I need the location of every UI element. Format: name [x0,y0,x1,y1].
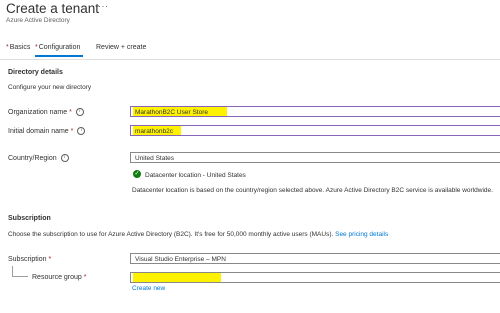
page-title: Create a tenant [6,1,100,16]
required-marker: * [35,44,38,51]
datacenter-note: Datacenter location is based on the coun… [132,187,493,194]
required-marker: * [69,108,72,116]
highlight-mark [133,273,221,282]
resource-group-select[interactable] [130,272,500,283]
field-label-text: Initial domain name [8,127,69,135]
tree-connector [12,276,28,277]
page-subtitle: Azure Active Directory [6,17,70,24]
tab-label: Configuration [38,44,81,51]
subscription-select[interactable]: Visual Studio Enterprise – MPN [130,253,500,264]
more-options-icon[interactable]: ··· [98,1,109,11]
required-marker: * [48,256,52,263]
organization-name-input[interactable]: MarathonB2C User Store [130,106,500,117]
field-label-text: Country/Region [8,154,57,162]
success-check-icon: ✓ [133,170,141,178]
subscription-heading: Subscription [8,215,51,222]
required-marker: * [83,274,87,281]
initial-domain-name-input[interactable]: marathonb2c [130,125,500,136]
input-value: marathonb2c [135,128,173,135]
info-icon[interactable]: i [75,108,84,116]
initial-domain-name-label: Initial domain name * i [8,127,86,135]
tabs-divider [0,59,500,60]
required-marker: * [6,44,9,51]
input-value: MarathonB2C User Store [135,109,208,116]
resource-group-label: Resource group * [32,274,87,281]
info-icon[interactable]: i [77,127,86,135]
select-value: Visual Studio Enterprise – MPN [135,256,226,263]
tab-label: Review + create [96,44,147,51]
subscription-description: Choose the subscription to use for Azure… [8,231,388,238]
subscription-description-text: Choose the subscription to use for Azure… [8,231,334,238]
country-region-select[interactable]: United States [130,152,500,163]
tab-configuration[interactable]: *Configuration [35,44,80,51]
required-marker: * [70,127,74,135]
tab-review-create[interactable]: Review + create [96,44,146,51]
tab-label: Basics [9,44,31,51]
field-label-text: Organization name [8,108,68,116]
info-icon[interactable]: i [60,154,69,162]
datacenter-status: Datacenter location - United States [145,172,246,179]
create-new-link[interactable]: Create new [132,285,165,292]
active-tab-indicator [35,55,83,57]
organization-name-label: Organization name * i [8,108,84,116]
directory-details-description: Configure your new directory [8,84,92,91]
tree-connector [12,266,13,276]
field-label-text: Subscription [8,256,47,263]
field-label-text: Resource group [32,274,82,281]
country-region-label: Country/Region i [8,154,69,162]
directory-details-heading: Directory details [8,69,63,76]
see-pricing-details-link[interactable]: See pricing details [335,231,388,238]
subscription-label: Subscription * [8,256,51,263]
tab-basics[interactable]: *Basics [6,44,30,51]
select-value: United States [135,155,175,162]
